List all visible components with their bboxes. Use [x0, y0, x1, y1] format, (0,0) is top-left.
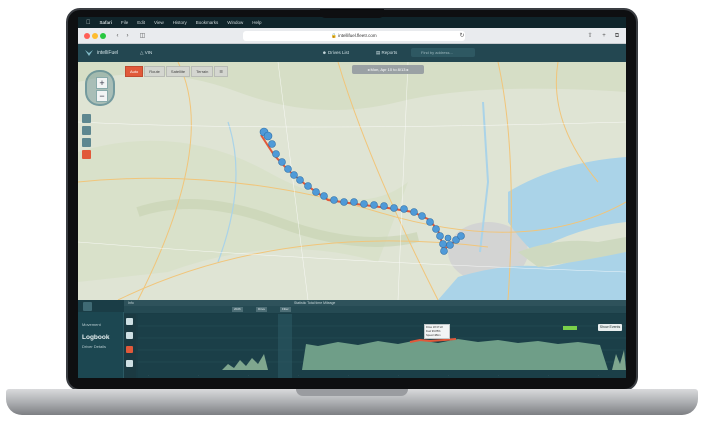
svg-text:·: ·	[198, 373, 199, 377]
mac-menu-bar:  Safari File Edit View History Bookmark…	[78, 17, 626, 28]
zoom-control: + −	[85, 70, 115, 106]
tab-route[interactable]: Route	[144, 66, 165, 77]
reload-icon[interactable]: ↻	[458, 32, 466, 40]
timeline-tools	[124, 314, 136, 378]
camera-notch	[320, 9, 384, 18]
tab-satellite[interactable]: Satellite	[165, 66, 191, 77]
fuel-level-graph: · · · · · · · · · ·	[138, 314, 626, 378]
apple-icon[interactable]: 	[86, 20, 91, 26]
lock-icon: 🔒	[331, 33, 338, 38]
url-text: intellifuel.fleetr.com	[338, 33, 377, 38]
svg-text:·: ·	[148, 373, 149, 377]
show-events-button[interactable]: Show Events	[598, 324, 622, 331]
tabs-overview-icon[interactable]: ⧉	[613, 32, 621, 40]
tab-auto[interactable]: Auto	[125, 66, 144, 77]
play-icon[interactable]	[126, 318, 133, 325]
locate-icon[interactable]	[82, 126, 91, 135]
route-map[interactable]: Auto Route Satellite Terrain ☰ ◂ Mon, Ap…	[78, 62, 626, 300]
laptop-opening-groove	[296, 389, 408, 396]
vehicle-info-box: Movement Logbook Driver Details	[78, 312, 124, 378]
user-icon: ☻	[322, 50, 327, 55]
close-window-button[interactable]	[84, 33, 90, 39]
date-range-pill[interactable]: ◂ Mon, Apr 10 to 8/13 ▸	[352, 65, 424, 74]
timeline-panel: Info Statistic Total time Mileage 2026 D…	[78, 300, 626, 378]
forward-icon[interactable]: ›	[123, 32, 132, 40]
share-icon[interactable]: ⇧	[586, 32, 594, 40]
menu-item-help[interactable]: Help	[252, 20, 261, 25]
zoom-timeline-icon[interactable]	[126, 360, 133, 367]
back-icon[interactable]: ‹	[113, 32, 122, 40]
calendar-icon: ◂	[367, 67, 370, 72]
menu-item-edit[interactable]: Edit	[137, 20, 145, 25]
car-icon: △	[140, 50, 144, 55]
pin-icon[interactable]	[82, 138, 91, 147]
menu-item-bookmarks[interactable]: Bookmarks	[196, 20, 219, 25]
menu-item-window[interactable]: Window	[227, 20, 243, 25]
maximize-window-button[interactable]	[100, 33, 106, 39]
menu-item-history[interactable]: History	[173, 20, 187, 25]
svg-text:·: ·	[298, 373, 299, 377]
next-date-icon: ▸	[406, 67, 409, 72]
alert-layer-icon[interactable]	[82, 150, 91, 159]
zoom-in-button[interactable]: +	[96, 77, 108, 89]
svg-text:·: ·	[548, 373, 549, 377]
svg-text:·: ·	[248, 373, 249, 377]
browser-toolbar: ‹ › ◫ 🔒 intellifuel.fleetr.com ↻ ⇧ + ⧉	[78, 28, 626, 44]
svg-text:·: ·	[598, 373, 599, 377]
filter-chip-year[interactable]: 2026	[232, 307, 243, 312]
filter-chip-filter[interactable]: Filter	[280, 307, 291, 312]
svg-text:·: ·	[348, 373, 349, 377]
panel-filter-row: 2026 Drive Filter	[124, 306, 626, 313]
settings-icon[interactable]	[126, 332, 133, 339]
vehicle-selector[interactable]: △ VIN	[140, 50, 152, 56]
zoom-out-button[interactable]: −	[96, 90, 108, 102]
menu-item-view[interactable]: View	[154, 20, 164, 25]
new-tab-icon[interactable]: +	[600, 32, 608, 40]
fuel-level-chart[interactable]: · · · · · · · · · ·	[138, 314, 626, 378]
brand-logo-icon	[85, 50, 93, 56]
layers-icon[interactable]: ☰	[214, 66, 228, 77]
menu-app-name[interactable]: Safari	[100, 20, 113, 25]
svg-text:·: ·	[398, 373, 399, 377]
svg-text:·: ·	[448, 373, 449, 377]
filter-chip-drive[interactable]: Drive	[256, 307, 268, 312]
fuel-tooltip: Drive 18:37:22 Fuel 99.85% Speed 48km	[424, 324, 450, 339]
fuel-event-icon[interactable]	[126, 346, 133, 353]
menu-item-file[interactable]: File	[121, 20, 128, 25]
map-canvas[interactable]	[78, 62, 626, 300]
minimize-window-button[interactable]	[92, 33, 98, 39]
reports-link[interactable]: ▤ Reports	[376, 50, 397, 56]
chart-icon: ▤	[376, 50, 381, 55]
fuel-status-badge	[563, 326, 577, 330]
app-header: intelliFuel △ VIN ☻ Drives List ▤ Report…	[78, 44, 626, 62]
map-layer-tabs: Auto Route Satellite Terrain ☰	[125, 66, 228, 77]
brand-name: intelliFuel	[97, 50, 119, 56]
tab-terrain[interactable]: Terrain	[191, 66, 214, 77]
fullscreen-icon[interactable]	[82, 114, 91, 123]
address-bar[interactable]: 🔒 intellifuel.fleetr.com	[243, 31, 465, 41]
address-search-input[interactable]: Find by address...	[411, 48, 475, 57]
panel-map-icon[interactable]	[83, 302, 92, 311]
drives-list-link[interactable]: ☻ Drives List	[322, 50, 349, 55]
svg-text:·: ·	[498, 373, 499, 377]
laptop-screen:  Safari File Edit View History Bookmark…	[78, 17, 626, 378]
sidebar-icon[interactable]: ◫	[138, 32, 147, 40]
